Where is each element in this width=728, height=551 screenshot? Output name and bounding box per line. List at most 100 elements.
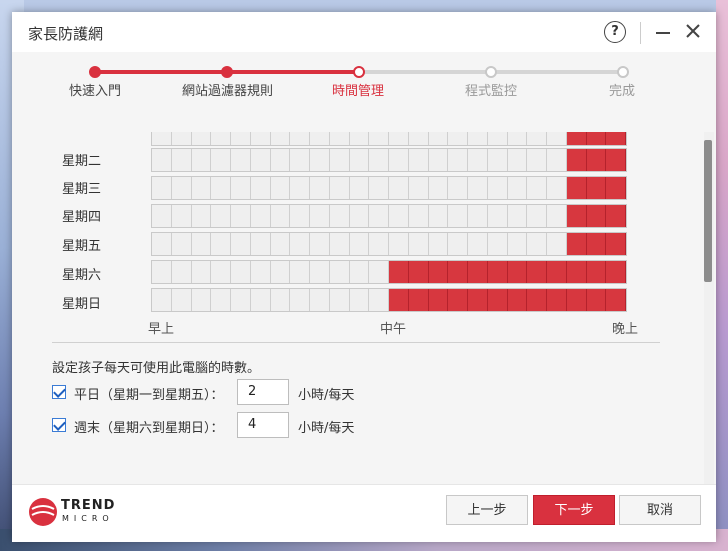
schedule-hour-cell[interactable]	[586, 289, 607, 311]
schedule-hour-cell[interactable]	[350, 289, 370, 311]
schedule-hour-cell[interactable]	[527, 233, 547, 255]
schedule-hour-cell[interactable]	[487, 261, 508, 283]
schedule-hour-cell[interactable]	[606, 149, 626, 171]
schedule-hour-cell[interactable]	[271, 289, 291, 311]
schedule-hour-cell[interactable]	[389, 233, 409, 255]
schedule-hour-cell[interactable]	[211, 205, 231, 227]
schedule-hour-cell[interactable]	[310, 233, 330, 255]
schedule-hour-cell[interactable]	[192, 177, 212, 199]
schedule-hour-cell[interactable]	[606, 177, 626, 199]
schedule-hour-cell[interactable]	[566, 132, 587, 145]
schedule-hour-cell[interactable]	[251, 132, 271, 145]
schedule-hour-cell[interactable]	[586, 177, 607, 199]
schedule-hour-cell[interactable]	[369, 233, 389, 255]
schedule-hour-cell[interactable]	[507, 261, 528, 283]
schedule-hour-cell[interactable]	[172, 261, 192, 283]
schedule-hour-cell[interactable]	[330, 132, 350, 145]
schedule-hour-cell[interactable]	[192, 289, 212, 311]
schedule-hour-cell[interactable]	[408, 261, 429, 283]
schedule-hour-cell[interactable]	[527, 261, 547, 283]
schedule-row-friday[interactable]	[151, 232, 627, 256]
schedule-hour-cell[interactable]	[369, 261, 389, 283]
schedule-hour-cell[interactable]	[527, 132, 547, 145]
schedule-hour-cell[interactable]	[350, 149, 370, 171]
schedule-hour-cell[interactable]	[310, 261, 330, 283]
schedule-hour-cell[interactable]	[586, 149, 607, 171]
schedule-hour-cell[interactable]	[172, 149, 192, 171]
schedule-hour-cell[interactable]	[448, 289, 468, 311]
schedule-hour-cell[interactable]	[350, 132, 370, 145]
schedule-hour-cell[interactable]	[547, 177, 567, 199]
schedule-hour-cell[interactable]	[468, 205, 488, 227]
schedule-hour-cell[interactable]	[310, 289, 330, 311]
schedule-hour-cell[interactable]	[488, 205, 508, 227]
schedule-hour-cell[interactable]	[251, 289, 271, 311]
schedule-hour-cell[interactable]	[487, 289, 508, 311]
schedule-hour-cell[interactable]	[251, 205, 271, 227]
schedule-hour-cell[interactable]	[152, 177, 172, 199]
schedule-hour-cell[interactable]	[488, 177, 508, 199]
schedule-hour-cell[interactable]	[290, 149, 310, 171]
schedule-hour-cell[interactable]	[586, 132, 607, 145]
schedule-hour-cell[interactable]	[251, 149, 271, 171]
schedule-hour-cell[interactable]	[192, 261, 212, 283]
schedule-hour-cell[interactable]	[508, 233, 528, 255]
weekend-hours-input[interactable]: 4	[237, 412, 289, 438]
schedule-row-thursday[interactable]	[151, 204, 627, 228]
schedule-hour-cell[interactable]	[606, 205, 626, 227]
schedule-hour-cell[interactable]	[192, 233, 212, 255]
schedule-hour-cell[interactable]	[152, 149, 172, 171]
scrollbar-thumb[interactable]	[704, 140, 712, 282]
schedule-hour-cell[interactable]	[310, 205, 330, 227]
schedule-hour-cell[interactable]	[290, 177, 310, 199]
schedule-hour-cell[interactable]	[172, 289, 192, 311]
schedule-hour-cell[interactable]	[409, 132, 429, 145]
schedule-hour-cell[interactable]	[172, 205, 192, 227]
schedule-hour-cell[interactable]	[310, 149, 330, 171]
schedule-hour-cell[interactable]	[192, 132, 212, 145]
schedule-hour-cell[interactable]	[586, 261, 607, 283]
schedule-hour-cell[interactable]	[211, 233, 231, 255]
schedule-hour-cell[interactable]	[231, 132, 251, 145]
schedule-hour-cell[interactable]	[547, 132, 567, 145]
schedule-hour-cell[interactable]	[152, 205, 172, 227]
schedule-hour-cell[interactable]	[172, 132, 192, 145]
schedule-hour-cell[interactable]	[192, 149, 212, 171]
minimize-button[interactable]	[656, 32, 670, 34]
schedule-hour-cell[interactable]	[152, 132, 172, 145]
schedule-hour-cell[interactable]	[547, 289, 567, 311]
schedule-hour-cell[interactable]	[468, 289, 488, 311]
schedule-hour-cell[interactable]	[369, 149, 389, 171]
schedule-hour-cell[interactable]	[606, 132, 626, 145]
schedule-hour-cell[interactable]	[350, 233, 370, 255]
schedule-hour-cell[interactable]	[290, 289, 310, 311]
schedule-hour-cell[interactable]	[211, 132, 231, 145]
schedule-hour-cell[interactable]	[527, 289, 547, 311]
schedule-hour-cell[interactable]	[251, 261, 271, 283]
schedule-hour-cell[interactable]	[448, 233, 468, 255]
schedule-hour-cell[interactable]	[330, 233, 350, 255]
schedule-row-monday[interactable]	[151, 132, 627, 146]
schedule-hour-cell[interactable]	[429, 233, 449, 255]
schedule-hour-cell[interactable]	[606, 289, 626, 311]
cancel-button[interactable]: 取消	[619, 495, 701, 525]
schedule-hour-cell[interactable]	[566, 149, 587, 171]
schedule-hour-cell[interactable]	[566, 205, 587, 227]
schedule-hour-cell[interactable]	[448, 261, 468, 283]
schedule-hour-cell[interactable]	[290, 132, 310, 145]
schedule-hour-cell[interactable]	[409, 233, 429, 255]
schedule-hour-cell[interactable]	[429, 149, 449, 171]
schedule-hour-cell[interactable]	[330, 261, 350, 283]
schedule-hour-cell[interactable]	[389, 149, 409, 171]
previous-button[interactable]: 上一步	[446, 495, 528, 525]
close-button[interactable]	[682, 20, 704, 42]
schedule-hour-cell[interactable]	[271, 233, 291, 255]
schedule-hour-cell[interactable]	[448, 132, 468, 145]
schedule-hour-cell[interactable]	[231, 205, 251, 227]
schedule-hour-cell[interactable]	[271, 261, 291, 283]
schedule-hour-cell[interactable]	[606, 233, 626, 255]
schedule-hour-cell[interactable]	[310, 132, 330, 145]
schedule-hour-cell[interactable]	[429, 177, 449, 199]
schedule-hour-cell[interactable]	[330, 177, 350, 199]
schedule-hour-cell[interactable]	[468, 177, 488, 199]
